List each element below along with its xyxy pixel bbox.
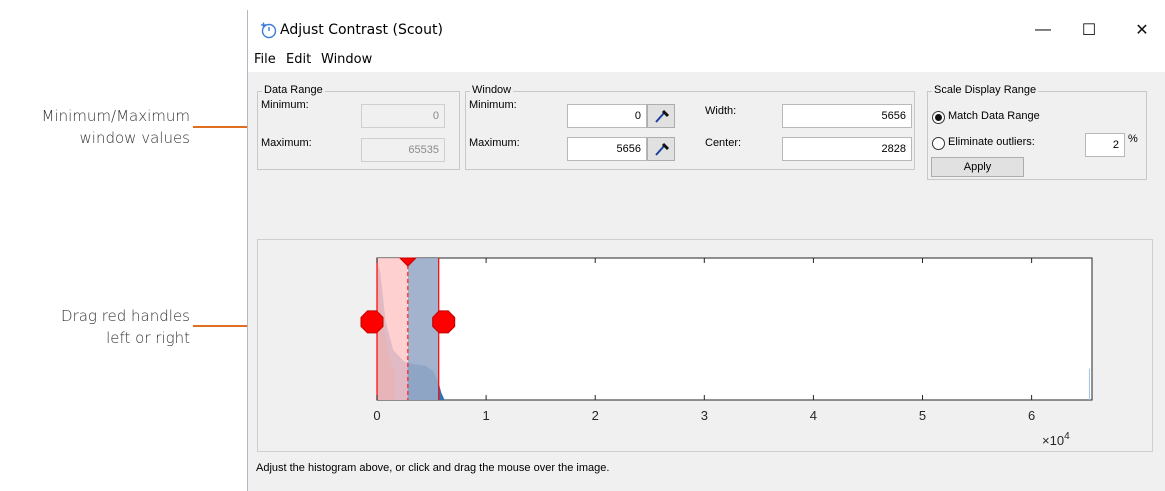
maximize-icon: ☐ bbox=[1081, 22, 1097, 39]
window-min-input[interactable]: 0 bbox=[567, 104, 647, 128]
x-exponent-superscript: 4 bbox=[1064, 431, 1070, 442]
menu-bar: File Edit Window bbox=[248, 50, 1165, 72]
data-range-min-label: Minimum: bbox=[261, 99, 309, 111]
x-tick-label: 6 bbox=[1028, 408, 1035, 423]
window-center-input[interactable]: 2828 bbox=[782, 137, 912, 161]
menu-file[interactable]: File bbox=[254, 52, 276, 67]
title-bar: Adjust Contrast (Scout) — ☐ ✕ bbox=[248, 10, 1165, 50]
histogram-chart[interactable]: 0 1 2 3 4 5 6 ×104 bbox=[258, 240, 1152, 451]
close-button[interactable]: ✕ bbox=[1119, 10, 1165, 50]
scale-range-label: Scale Display Range bbox=[932, 84, 1039, 96]
menu-edit[interactable]: Edit bbox=[286, 52, 311, 67]
data-range-group: Data Range Minimum: 0 Maximum: 65535 bbox=[257, 84, 460, 170]
contrast-tool-icon bbox=[261, 22, 277, 39]
percent-label: % bbox=[1128, 133, 1138, 145]
x-tick-label: 4 bbox=[810, 408, 817, 423]
status-message: Adjust the histogram above, or click and… bbox=[256, 462, 610, 474]
x-tick-label: 1 bbox=[482, 408, 489, 423]
window-width-label: Width: bbox=[705, 105, 737, 117]
x-tick-label: 5 bbox=[919, 408, 926, 423]
outlier-percent-input[interactable]: 2 bbox=[1085, 133, 1125, 157]
callout-line-3: Drag red handles bbox=[61, 307, 190, 325]
window-group-label: Window bbox=[470, 84, 514, 96]
x-tick-label: 2 bbox=[592, 408, 599, 423]
window-center-label: Center: bbox=[705, 137, 742, 149]
window-title: Adjust Contrast (Scout) bbox=[280, 22, 443, 38]
eyedropper-icon bbox=[655, 142, 670, 156]
data-range-max-label: Maximum: bbox=[261, 137, 312, 149]
window-width-input[interactable]: 5656 bbox=[782, 104, 912, 128]
x-tick-label: 3 bbox=[701, 408, 708, 423]
data-range-max-field: 65535 bbox=[361, 138, 445, 162]
callout-window-values: Minimum/Maximum window values bbox=[0, 105, 190, 149]
data-range-min-field: 0 bbox=[361, 104, 445, 128]
window-values-group: Window Minimum: 0 Maximum: 5656 Width: 5… bbox=[465, 84, 915, 170]
match-data-range-label: Match Data Range bbox=[948, 110, 1040, 122]
window-min-handle bbox=[360, 310, 384, 334]
window-max-handle bbox=[432, 310, 456, 334]
eliminate-outliers-label: Eliminate outliers: bbox=[948, 136, 1035, 148]
maximize-button[interactable]: ☐ bbox=[1066, 10, 1112, 50]
x-exponent-label: ×104 bbox=[1042, 431, 1070, 448]
callout-line-4: left or right bbox=[106, 329, 190, 347]
window-max-label: Maximum: bbox=[469, 137, 520, 149]
min-eyedropper-button[interactable] bbox=[647, 104, 675, 128]
scale-display-range-group: Scale Display Range Match Data Range Eli… bbox=[927, 84, 1147, 180]
window-min-label: Minimum: bbox=[469, 99, 517, 111]
apply-button[interactable]: Apply bbox=[931, 157, 1024, 177]
menu-window[interactable]: Window bbox=[321, 52, 372, 67]
callout-line-2: window values bbox=[79, 129, 190, 147]
match-data-range-radio[interactable] bbox=[932, 111, 945, 124]
close-icon: ✕ bbox=[1135, 22, 1149, 39]
adjust-contrast-window: Adjust Contrast (Scout) — ☐ ✕ File Edit … bbox=[247, 10, 1165, 491]
callout-line-1: Minimum/Maximum bbox=[41, 107, 190, 125]
data-range-label: Data Range bbox=[262, 84, 325, 96]
histogram-panel: 0 1 2 3 4 5 6 ×104 bbox=[257, 239, 1153, 452]
minimize-icon: — bbox=[1035, 21, 1051, 38]
minimize-button[interactable]: — bbox=[1020, 10, 1066, 50]
eliminate-outliers-radio[interactable] bbox=[932, 137, 945, 150]
callout-drag-handles: Drag red handles left or right bbox=[0, 305, 190, 349]
max-eyedropper-button[interactable] bbox=[647, 137, 675, 161]
eyedropper-icon bbox=[655, 109, 670, 123]
window-max-input[interactable]: 5656 bbox=[567, 137, 647, 161]
x-tick-label: 0 bbox=[373, 408, 380, 423]
plot-area bbox=[376, 257, 1093, 401]
window-patch-right bbox=[407, 258, 439, 400]
